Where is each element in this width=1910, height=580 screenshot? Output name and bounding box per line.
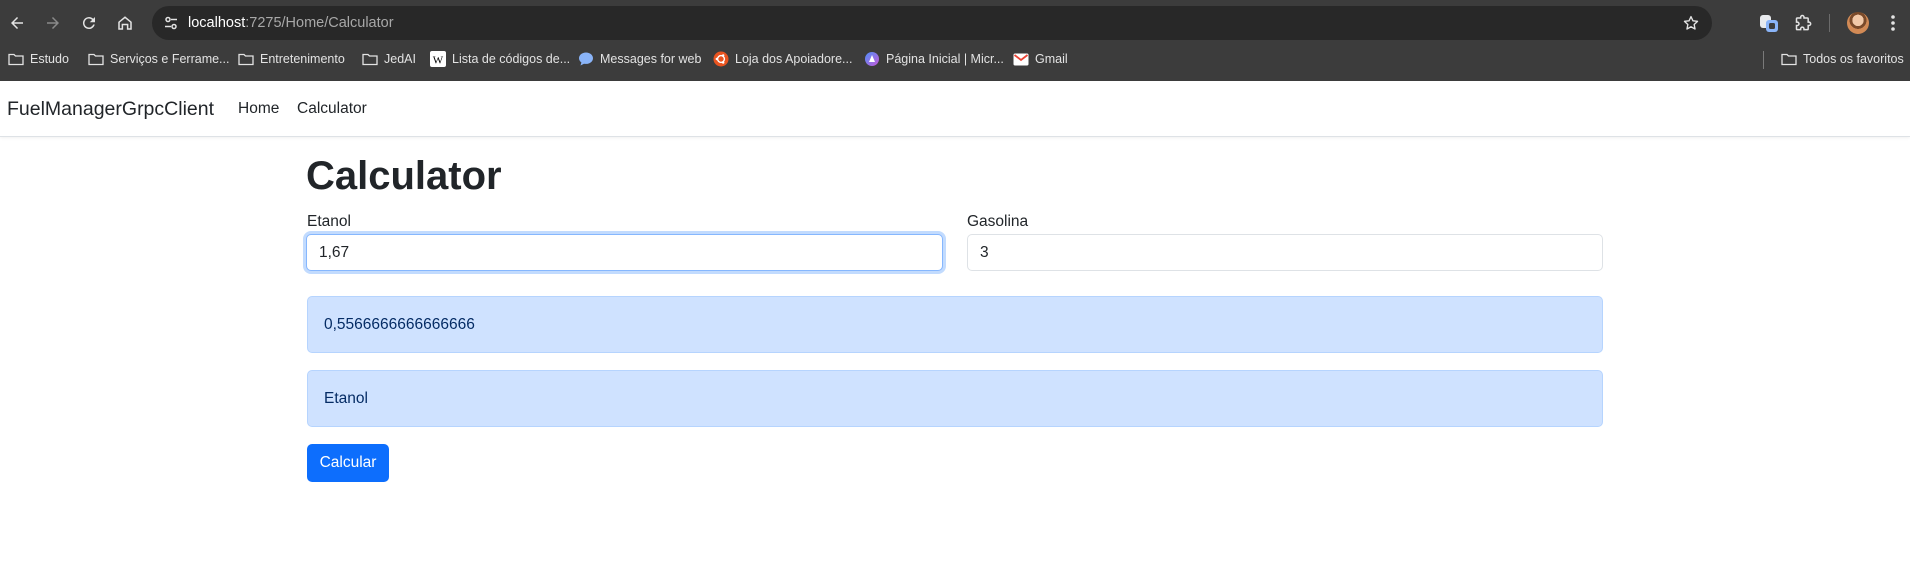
bookmark-folder-estudo[interactable]: Estudo	[8, 46, 69, 72]
extensions-button[interactable]	[1791, 10, 1817, 36]
toolbar-divider	[1829, 14, 1830, 32]
avatar[interactable]	[1847, 12, 1869, 34]
gasolina-input[interactable]: 3	[967, 234, 1603, 271]
ubuntu-icon	[713, 51, 729, 67]
arrow-right-icon	[47, 17, 59, 29]
result-ratio-alert: 0,5566666666666666	[307, 296, 1603, 353]
browser-toolbar: localhost:7275/Home/Calculator	[0, 0, 1910, 46]
bookmark-label: JedAI	[384, 52, 416, 66]
nav-link-calculator[interactable]: Calculator	[297, 100, 367, 118]
url-path: :7275/Home/Calculator	[245, 15, 394, 31]
browser-menu-button[interactable]	[1880, 10, 1906, 36]
bookmark-gmail[interactable]: Gmail	[1013, 46, 1068, 72]
copilot-icon	[1760, 15, 1778, 32]
gasolina-label: Gasolina	[967, 213, 1029, 230]
kebab-menu-icon	[1891, 15, 1895, 31]
etanol-label: Etanol	[307, 213, 351, 230]
bookmark-star-button[interactable]	[1680, 12, 1702, 34]
bookmark-folder-jedai[interactable]: JedAI	[362, 46, 416, 72]
bookmarks-divider	[1763, 51, 1764, 69]
bookmark-label: Serviços e Ferrame...	[110, 52, 230, 66]
wikipedia-icon: W	[430, 51, 446, 67]
bookmark-loja[interactable]: Loja dos Apoiadore...	[713, 46, 852, 72]
url-text[interactable]: localhost:7275/Home/Calculator	[188, 6, 394, 40]
bookmark-label: Loja dos Apoiadore...	[735, 52, 853, 66]
reload-button[interactable]	[74, 8, 104, 38]
reload-icon	[82, 17, 95, 30]
calcular-button[interactable]: Calcular	[307, 444, 389, 482]
bookmark-label: Página Inicial | Micr...	[886, 52, 1004, 66]
forward-button[interactable]	[38, 8, 68, 38]
bookmarks-bar: Estudo Serviços e Ferrame... Entretenime…	[0, 46, 1910, 81]
microsoft-icon	[864, 51, 880, 67]
site-navbar: FuelManagerGrpcClient Home Calculator	[0, 81, 1910, 137]
puzzle-icon	[1795, 14, 1812, 31]
bookmark-all-favorites[interactable]: Todos os favoritos	[1781, 46, 1904, 72]
back-button[interactable]	[2, 8, 32, 38]
folder-icon	[1781, 51, 1797, 67]
navbar-brand[interactable]: FuelManagerGrpcClient	[7, 98, 214, 121]
star-icon	[1683, 15, 1699, 30]
home-button[interactable]	[110, 8, 140, 38]
bookmark-label: Entretenimento	[260, 52, 345, 66]
bookmark-folder-servicos[interactable]: Serviços e Ferrame...	[88, 46, 229, 72]
home-icon	[118, 16, 132, 30]
folder-icon	[238, 51, 254, 67]
address-bar[interactable]: localhost:7275/Home/Calculator	[152, 6, 1712, 40]
messages-icon	[578, 51, 594, 67]
copilot-extension-button[interactable]	[1756, 10, 1782, 36]
gmail-icon	[1013, 51, 1029, 67]
site-settings-button[interactable]	[159, 11, 183, 35]
folder-icon	[362, 51, 378, 67]
bookmark-label: Lista de códigos de...	[452, 52, 571, 66]
tune-icon	[165, 16, 177, 30]
folder-icon	[88, 51, 104, 67]
arrow-left-icon	[11, 17, 23, 29]
bookmark-label: Todos os favoritos	[1803, 52, 1904, 66]
svg-text:W: W	[433, 55, 444, 67]
bookmark-messages[interactable]: Messages for web	[578, 46, 701, 72]
bookmark-label: Gmail	[1035, 52, 1068, 66]
etanol-input[interactable]: 1,67	[306, 234, 943, 271]
nav-link-home[interactable]: Home	[238, 100, 279, 118]
bookmark-microsoft[interactable]: Página Inicial | Micr...	[864, 46, 1004, 72]
folder-icon	[8, 51, 24, 67]
bookmark-label: Messages for web	[600, 52, 702, 66]
url-host: localhost	[188, 15, 246, 31]
bookmark-folder-entretenimento[interactable]: Entretenimento	[238, 46, 345, 72]
bookmark-label: Estudo	[30, 52, 69, 66]
result-choice-alert: Etanol	[307, 370, 1603, 427]
bookmark-wikipedia[interactable]: W Lista de códigos de...	[430, 46, 570, 72]
page-title: Calculator	[306, 154, 502, 198]
